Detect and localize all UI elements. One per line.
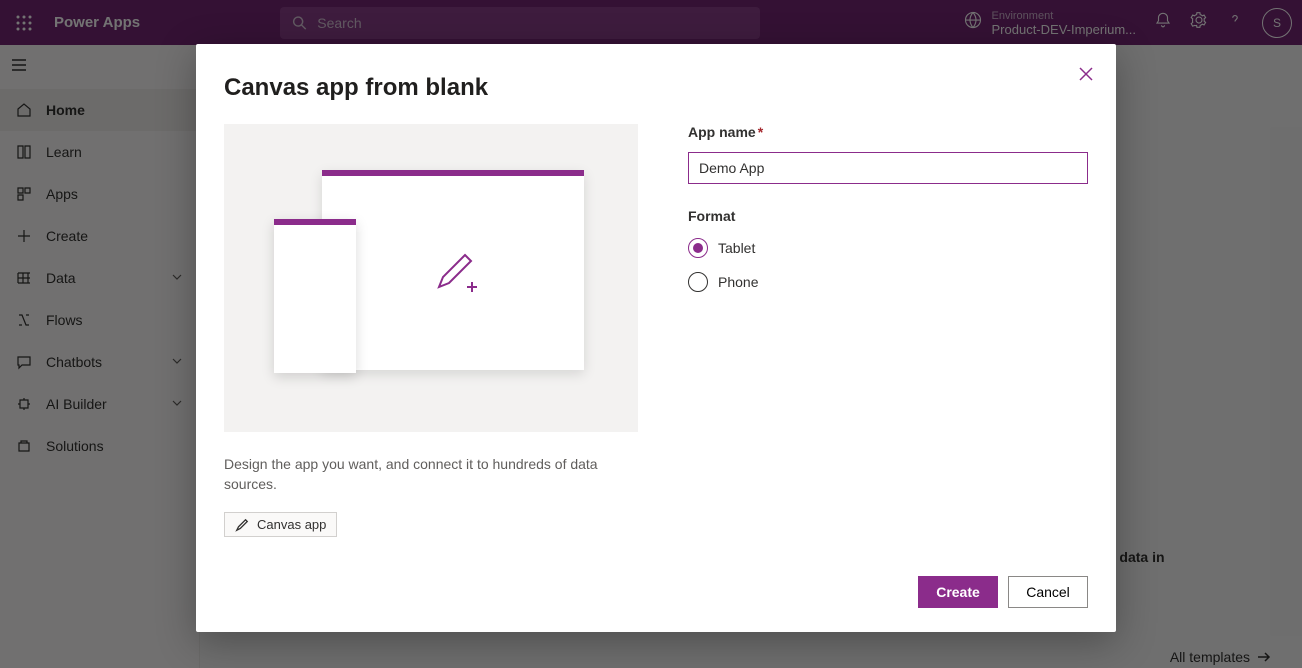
create-app-modal: Canvas app from blank Design the app you…	[196, 44, 1116, 632]
app-name-label: App name*	[688, 124, 763, 140]
brush-plus-icon	[429, 249, 479, 304]
radio-icon	[688, 272, 708, 292]
create-button[interactable]: Create	[918, 576, 998, 608]
brush-icon	[235, 518, 249, 532]
radio-label: Tablet	[718, 240, 755, 256]
phone-preview	[274, 219, 356, 373]
close-button[interactable]	[1076, 64, 1096, 89]
modal-description: Design the app you want, and connect it …	[224, 454, 624, 494]
radio-icon	[688, 238, 708, 258]
format-phone-radio[interactable]: Phone	[688, 272, 1088, 292]
app-name-input[interactable]	[688, 152, 1088, 184]
modal-title: Canvas app from blank	[224, 74, 1088, 102]
cancel-button[interactable]: Cancel	[1008, 576, 1088, 608]
preview-pane	[224, 124, 638, 432]
format-tablet-radio[interactable]: Tablet	[688, 238, 1088, 258]
close-icon	[1076, 64, 1096, 84]
canvas-app-tag: Canvas app	[224, 512, 337, 537]
format-label: Format	[688, 208, 1088, 224]
radio-label: Phone	[718, 274, 758, 290]
